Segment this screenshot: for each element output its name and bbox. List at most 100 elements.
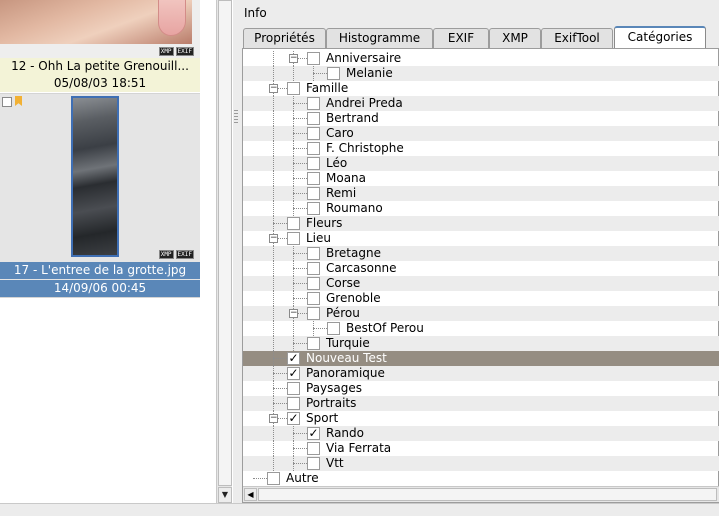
- tree-row[interactable]: Bretagne: [243, 246, 719, 261]
- tree-row[interactable]: − Famille: [243, 81, 719, 96]
- category-label: Fleurs: [306, 216, 343, 230]
- tree-row[interactable]: F. Christophe: [243, 141, 719, 156]
- tree-row[interactable]: ✓ Panoramique: [243, 366, 719, 381]
- tree-row[interactable]: − Pérou: [243, 306, 719, 321]
- category-checkbox[interactable]: [307, 277, 320, 290]
- tab-xmp[interactable]: XMP: [489, 28, 541, 48]
- category-checkbox[interactable]: [307, 52, 320, 65]
- category-checkbox[interactable]: [287, 397, 300, 410]
- category-checkbox[interactable]: [307, 172, 320, 185]
- tab-exiftool[interactable]: ExifTool: [541, 28, 613, 48]
- scroll-left-arrow-icon[interactable]: ◀: [244, 488, 257, 501]
- tree-row[interactable]: Léo: [243, 156, 719, 171]
- scrollbar-handle[interactable]: [218, 0, 232, 486]
- tree-row[interactable]: Autre: [243, 471, 719, 486]
- category-checkbox[interactable]: [327, 322, 340, 335]
- category-label: Anniversaire: [326, 51, 402, 65]
- category-label: Bretagne: [326, 246, 381, 260]
- category-checkbox[interactable]: [307, 97, 320, 110]
- category-checkbox[interactable]: ✓: [287, 412, 300, 425]
- tree-row[interactable]: Corse: [243, 276, 719, 291]
- category-label: Remi: [326, 186, 357, 200]
- tree-guide: [273, 441, 274, 456]
- tree-row[interactable]: Caro: [243, 126, 719, 141]
- tree-row[interactable]: Fleurs: [243, 216, 719, 231]
- tree-row[interactable]: Roumano: [243, 201, 719, 216]
- category-checkbox[interactable]: [307, 247, 320, 260]
- category-checkbox[interactable]: [307, 187, 320, 200]
- tree-row[interactable]: Turquie: [243, 336, 719, 351]
- category-checkbox[interactable]: [287, 382, 300, 395]
- category-checkbox[interactable]: [307, 142, 320, 155]
- tree-guide: [253, 478, 267, 479]
- category-checkbox[interactable]: [307, 292, 320, 305]
- tree-row[interactable]: Portraits: [243, 396, 719, 411]
- collapse-minus-icon[interactable]: −: [269, 234, 278, 243]
- category-checkbox[interactable]: [307, 262, 320, 275]
- collapse-minus-icon[interactable]: −: [289, 54, 298, 63]
- category-checkbox[interactable]: [267, 472, 280, 485]
- category-checkbox[interactable]: [307, 112, 320, 125]
- category-checkbox[interactable]: ✓: [287, 352, 300, 365]
- tree-row[interactable]: − ✓ Sport: [243, 411, 719, 426]
- tree-row[interactable]: ✓ Nouveau Test: [243, 351, 719, 366]
- category-checkbox[interactable]: [287, 82, 300, 95]
- category-checkbox[interactable]: [327, 67, 340, 80]
- thumbnail-photo[interactable]: [71, 96, 119, 257]
- tab-exif[interactable]: EXIF: [433, 28, 489, 48]
- tree-row[interactable]: Andrei Preda: [243, 96, 719, 111]
- tree-guide: [293, 298, 307, 299]
- tree-row[interactable]: Vtt: [243, 456, 719, 471]
- scrollbar-handle[interactable]: [258, 488, 717, 501]
- tree-row[interactable]: Melanie: [243, 66, 719, 81]
- tab-properties[interactable]: Propriétés: [243, 28, 326, 48]
- bookmark-icon[interactable]: [15, 96, 22, 106]
- thumbnail-item-selected[interactable]: XMP EXIF 17 - L'entree de la grotte.jpg …: [0, 94, 200, 298]
- category-label: Andrei Preda: [326, 96, 403, 110]
- tab-histogram[interactable]: Histogramme: [326, 28, 433, 48]
- category-checkbox[interactable]: [307, 202, 320, 215]
- tree-row[interactable]: BestOf Perou: [243, 321, 719, 336]
- tree-guide: [273, 456, 274, 471]
- category-label: Famille: [306, 81, 349, 95]
- tree-row[interactable]: Via Ferrata: [243, 441, 719, 456]
- tree-guide: [273, 373, 287, 374]
- thumbnail-scrollbar[interactable]: ▼: [216, 0, 232, 503]
- tree-row[interactable]: ✓ Rando: [243, 426, 719, 441]
- thumbnail-photo[interactable]: [0, 0, 192, 44]
- category-checkbox[interactable]: [307, 157, 320, 170]
- category-checkbox[interactable]: [287, 232, 300, 245]
- thumbnail-item[interactable]: XMP EXIF 12 - Ohh La petite Grenouill...…: [0, 0, 200, 94]
- thumbnail-name: 17 - L'entree de la grotte.jpg: [0, 262, 200, 279]
- category-checkbox[interactable]: [307, 457, 320, 470]
- scroll-down-arrow-icon[interactable]: ▼: [218, 487, 232, 503]
- category-label: Melanie: [346, 66, 393, 80]
- tree-guide: [293, 133, 307, 134]
- tree-row[interactable]: Bertrand: [243, 111, 719, 126]
- tree-row[interactable]: Moana: [243, 171, 719, 186]
- tree-horizontal-scrollbar[interactable]: ◀: [243, 486, 719, 502]
- collapse-minus-icon[interactable]: −: [269, 84, 278, 93]
- splitter-grip-icon[interactable]: [234, 110, 238, 124]
- tab-categories[interactable]: Catégories: [614, 26, 706, 48]
- tree-row[interactable]: − Anniversaire: [243, 51, 719, 66]
- select-checkbox[interactable]: [2, 97, 12, 107]
- tree-row[interactable]: Remi: [243, 186, 719, 201]
- collapse-minus-icon[interactable]: −: [289, 309, 298, 318]
- category-checkbox[interactable]: [287, 217, 300, 230]
- category-label: Bertrand: [326, 111, 379, 125]
- category-checkbox[interactable]: [307, 442, 320, 455]
- category-checkbox[interactable]: ✓: [287, 367, 300, 380]
- category-checkbox[interactable]: [307, 337, 320, 350]
- category-checkbox[interactable]: ✓: [307, 427, 320, 440]
- check-mark-icon: ✓: [288, 351, 299, 365]
- tree-guide: [293, 118, 307, 119]
- category-checkbox[interactable]: [307, 307, 320, 320]
- category-checkbox[interactable]: [307, 127, 320, 140]
- collapse-minus-icon[interactable]: −: [269, 414, 278, 423]
- tree-row[interactable]: − Lieu: [243, 231, 719, 246]
- tree-row[interactable]: Carcasonne: [243, 261, 719, 276]
- tree-row[interactable]: Paysages: [243, 381, 719, 396]
- tree-row[interactable]: Grenoble: [243, 291, 719, 306]
- tree-guide: [273, 51, 274, 66]
